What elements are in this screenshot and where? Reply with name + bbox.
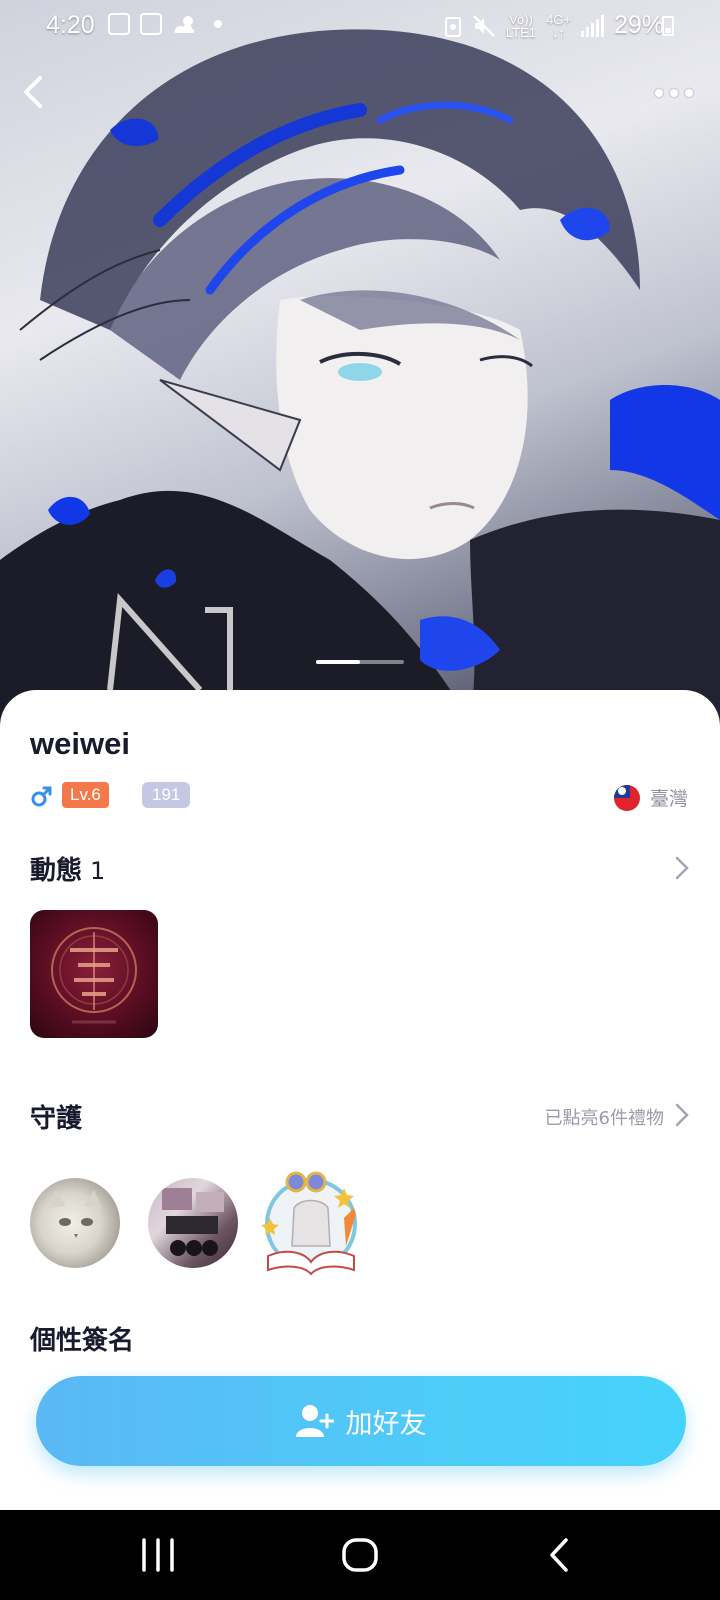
more-options-button[interactable] xyxy=(650,78,698,108)
add-friend-label: 加好友 xyxy=(345,1408,427,1440)
more-dot-icon xyxy=(655,89,663,97)
battery-icon xyxy=(662,16,674,36)
profile-name: weiwei xyxy=(30,726,130,761)
system-back-button[interactable] xyxy=(500,1510,620,1600)
back-icon xyxy=(550,1538,568,1572)
data-indicator: 4G+ ↓↑ xyxy=(546,11,571,40)
moment-thumbnail[interactable] xyxy=(30,910,158,1038)
home-button[interactable] xyxy=(300,1510,420,1600)
system-status-icons: Vo)) LTE1 4G+ ↓↑ 29% xyxy=(444,11,664,40)
level-badge: Lv.6 xyxy=(62,782,109,808)
collage-avatar-image xyxy=(162,1188,224,1256)
chevron-left-icon xyxy=(24,76,42,108)
region-label: 臺灣 xyxy=(649,788,688,810)
moments-title: 動態 xyxy=(30,856,83,886)
pager-active-segment xyxy=(316,660,360,664)
recents-icon xyxy=(142,1538,174,1572)
guardian-avatar[interactable] xyxy=(256,1168,366,1278)
profile-photo xyxy=(0,29,720,720)
photo-pager-indicator xyxy=(316,660,404,664)
system-nav-bar xyxy=(0,1510,720,1600)
moments-header[interactable]: 動態 1 xyxy=(30,850,105,887)
more-dot-icon xyxy=(685,89,693,97)
app-notification-icon xyxy=(140,13,162,35)
home-icon xyxy=(342,1538,378,1572)
count-badge: 191 xyxy=(142,782,191,808)
volte-indicator: Vo)) LTE1 xyxy=(505,11,537,40)
back-button[interactable] xyxy=(12,70,56,114)
book-frame-avatar-image xyxy=(261,1171,357,1276)
guard-title: 守護 xyxy=(30,1104,83,1134)
guardian-avatar[interactable] xyxy=(148,1178,238,1268)
signature-title: 個性簽名 xyxy=(30,1326,135,1356)
signal-icon xyxy=(580,14,604,37)
more-dot-icon xyxy=(670,89,678,97)
taiwan-flag-icon xyxy=(613,784,640,811)
more-notifications-dot xyxy=(214,20,222,28)
chevron-right-icon[interactable] xyxy=(674,1102,690,1128)
weather-icon xyxy=(173,16,195,33)
region: 臺灣 xyxy=(613,784,688,811)
mute-icon xyxy=(473,14,495,37)
add-friend-button[interactable]: 加好友 xyxy=(36,1376,686,1466)
moment-image xyxy=(51,927,137,1024)
nfc-icon xyxy=(444,16,461,37)
status-bar: 4:20 Vo)) LTE1 4G+ ↓↑ 29% xyxy=(0,0,720,52)
guardian-avatar[interactable] xyxy=(30,1178,120,1268)
gallery-icon xyxy=(108,13,130,35)
status-time: 4:20 xyxy=(46,11,95,39)
add-user-icon xyxy=(295,1405,334,1437)
male-gender-icon xyxy=(31,786,52,807)
guard-gifts-link[interactable]: 已點亮6件禮物 xyxy=(545,1104,664,1130)
cat-avatar-image xyxy=(48,1190,102,1238)
moments-count: 1 xyxy=(90,857,106,885)
battery-percent: 29% xyxy=(613,11,664,39)
chevron-right-icon[interactable] xyxy=(674,855,690,881)
notification-icons xyxy=(108,13,222,35)
profile-photo-banner[interactable]: 4:20 Vo)) LTE1 4G+ ↓↑ 29% xyxy=(0,0,720,720)
recent-apps-button[interactable] xyxy=(98,1510,218,1600)
